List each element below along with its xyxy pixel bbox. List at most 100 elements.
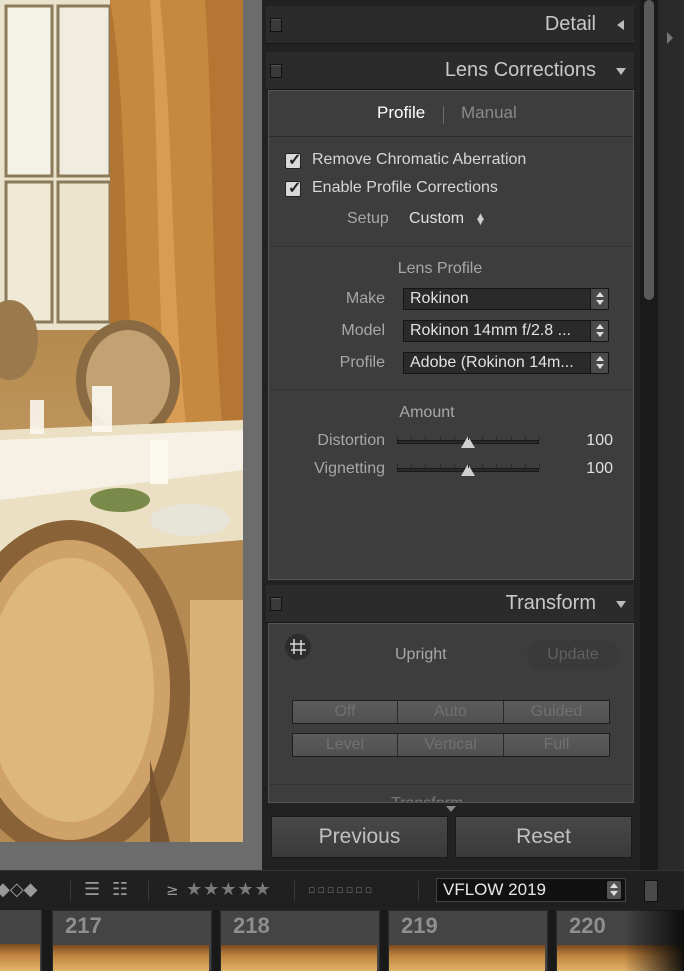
photo-image[interactable] [0, 0, 243, 842]
transform-header[interactable]: Transform [266, 585, 634, 623]
make-label: Make [345, 290, 385, 307]
slider-tick [524, 464, 526, 468]
enable-profile-corrections-checkbox[interactable]: ✓ [285, 180, 301, 197]
slider-tick [482, 464, 484, 468]
filmstrip-frame-partial[interactable] [0, 910, 42, 971]
slider-tick [397, 436, 398, 440]
slider-tick [496, 464, 498, 468]
filmstrip-thumbnail[interactable] [0, 944, 40, 971]
toolbar-separator [148, 881, 149, 901]
scrollbar-thumb[interactable] [644, 0, 654, 300]
slider-tick [397, 464, 398, 468]
frame-number: 220 [569, 913, 606, 938]
updown-icon[interactable] [590, 353, 608, 373]
star-rating-filter[interactable]: ★★★★★ [186, 879, 272, 900]
updown-icon[interactable] [607, 881, 621, 899]
lens-corrections-header[interactable]: Lens Corrections [266, 52, 634, 90]
slider-tick [496, 436, 498, 440]
remove-chromatic-aberration-checkbox[interactable]: ✓ [285, 152, 302, 169]
slider-tick [539, 464, 540, 468]
frame-number: 219 [401, 913, 438, 938]
setup-dropdown[interactable]: Custom [409, 210, 464, 228]
expanded-triangle-icon[interactable] [616, 601, 626, 608]
divider [269, 246, 633, 247]
photo-illustration [0, 0, 243, 842]
upright-off-button[interactable]: Off [293, 701, 398, 723]
detail-panel-header[interactable]: Detail [266, 6, 634, 44]
update-button[interactable]: Update [527, 640, 619, 670]
upright-level-button[interactable]: Level [293, 734, 398, 756]
panel-collapse-strip[interactable] [658, 0, 684, 870]
slider-tick [411, 464, 413, 468]
expand-arrow-icon[interactable] [667, 32, 673, 44]
distortion-value[interactable]: 100 [569, 432, 613, 450]
slider-tick [510, 436, 512, 440]
slider-tick [453, 436, 455, 440]
slider-tick [482, 436, 484, 440]
filmstrip-thumbnail[interactable] [221, 945, 377, 971]
distortion-label: Distortion [317, 432, 385, 449]
collection-select[interactable]: VFLOW 2019 [436, 878, 626, 902]
slider-tick [510, 464, 512, 468]
filmstrip-frame[interactable]: 218 [220, 910, 380, 971]
amount-heading: Amount [399, 404, 455, 421]
upright-auto-button[interactable]: Auto [398, 701, 504, 723]
updown-icon[interactable] [590, 289, 608, 309]
tab-manual[interactable]: Manual [461, 103, 517, 123]
filter-off-icon[interactable]: ☷ [112, 879, 128, 900]
expanded-triangle-icon[interactable] [616, 68, 626, 75]
upright-buttons-row-1: Off Auto Guided [292, 700, 610, 724]
transform-title: Transform [505, 592, 596, 614]
frame-number: 217 [65, 913, 102, 938]
setup-updown-icon[interactable]: ▲ ▼ [477, 213, 484, 227]
filmstrip-thumbnail[interactable] [53, 945, 209, 971]
model-select[interactable]: Rokinon 14mm f/2.8 ... [403, 320, 609, 342]
vignetting-value[interactable]: 100 [569, 460, 613, 478]
enable-profile-corrections-label: Enable Profile Corrections [312, 179, 498, 196]
toolbar-separator [70, 881, 71, 901]
profile-select[interactable]: Adobe (Rokinon 14m... [403, 352, 609, 374]
upright-vertical-button[interactable]: Vertical [398, 734, 504, 756]
lens-profile-heading: Lens Profile [397, 260, 483, 277]
panel-scrollbar[interactable] [640, 0, 658, 870]
make-select[interactable]: Rokinon [403, 288, 609, 310]
collapsed-triangle-icon[interactable] [617, 20, 624, 30]
tab-profile[interactable]: Profile [377, 103, 425, 123]
upright-full-button[interactable]: Full [504, 734, 609, 756]
transform-switch[interactable] [270, 597, 282, 611]
filmstrip-thumbnail[interactable] [389, 945, 545, 971]
divider [269, 389, 633, 390]
upright-label: Upright [395, 646, 447, 663]
rating-operator[interactable]: ≥ [166, 881, 179, 899]
filmstrip-frame[interactable]: 217 [52, 910, 212, 971]
slider-tick [439, 436, 441, 440]
toolbar-separator [418, 881, 419, 901]
setup-label: Setup [347, 210, 389, 227]
detail-panel-switch[interactable] [270, 18, 282, 32]
filmstrip-frame[interactable]: 219 [388, 910, 548, 971]
crop-grid-icon[interactable] [285, 634, 311, 660]
filmstrip-fade [624, 910, 684, 971]
filmstrip-toolbar: ◆◇◆ ☰ ☷ ≥ ★★★★★ ▫▫▫▫▫▫▫ VFLOW 2019 [0, 870, 684, 910]
make-value: Rokinon [410, 290, 469, 307]
checkmark-icon: ✓ [288, 152, 302, 169]
reset-button[interactable]: Reset [455, 816, 632, 858]
filter-lock-toggle[interactable] [644, 880, 658, 902]
profile-label: Profile [339, 354, 385, 371]
panel-resize-handle-icon[interactable] [446, 806, 456, 812]
color-label-filter[interactable]: ▫▫▫▫▫▫▫ [308, 883, 374, 896]
lens-tabs: Profile Manual [269, 91, 633, 137]
lens-corrections-switch[interactable] [270, 64, 282, 78]
slider-tick [425, 436, 427, 440]
slider-tick [411, 436, 413, 440]
toolbar-separator [294, 881, 295, 901]
upright-buttons-row-2: Level Vertical Full [292, 733, 610, 757]
updown-icon[interactable] [590, 321, 608, 341]
flag-filter-icon[interactable]: ◆◇◆ [0, 879, 38, 900]
slider-tick [453, 464, 455, 468]
upright-guided-button[interactable]: Guided [504, 701, 609, 723]
model-label: Model [341, 322, 385, 339]
detail-panel-title: Detail [544, 13, 596, 35]
filter-sliders-icon[interactable]: ☰ [84, 879, 100, 900]
previous-button[interactable]: Previous [271, 816, 448, 858]
